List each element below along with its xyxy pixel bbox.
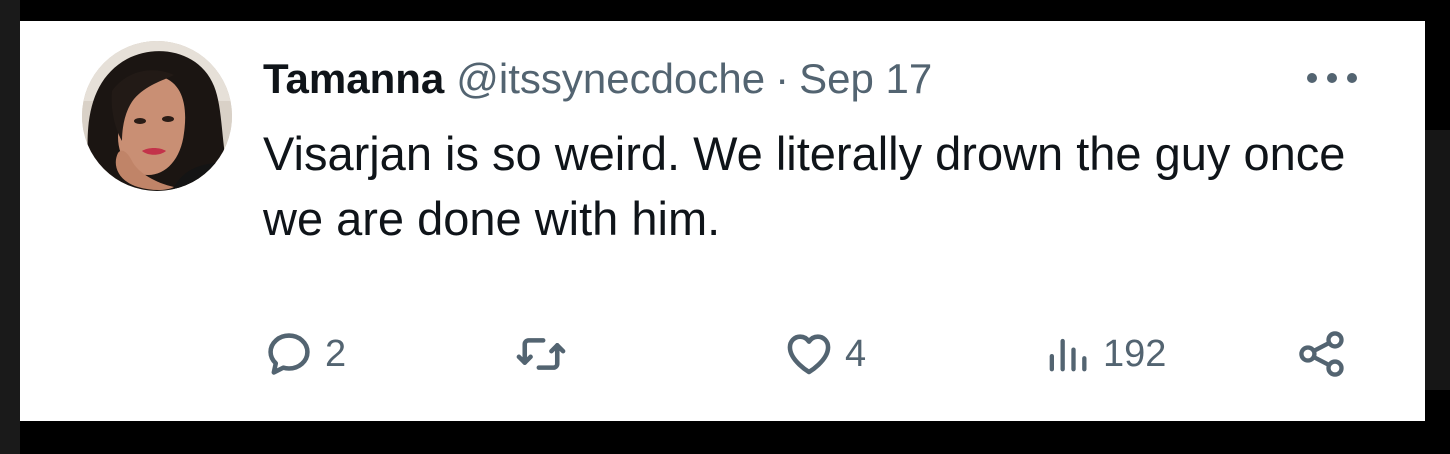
author-handle[interactable]: @itssynecdoche	[456, 58, 765, 100]
views-button[interactable]: 192	[1041, 328, 1166, 380]
share-icon	[1299, 331, 1344, 377]
heart-icon	[787, 334, 831, 375]
tweet-date[interactable]: Sep 17	[799, 58, 932, 100]
author-display-name[interactable]: Tamanna	[263, 58, 444, 100]
reply-button[interactable]: 2	[263, 328, 346, 380]
tweet-card: Tamanna @itssynecdoche · Sep 17 Visarjan…	[20, 21, 1425, 421]
like-count: 4	[845, 333, 867, 375]
views-icon	[1049, 338, 1087, 372]
header-separator: ·	[775, 55, 790, 102]
like-button[interactable]: 4	[783, 328, 866, 380]
avatar[interactable]	[82, 41, 232, 191]
tweet-header: Tamanna @itssynecdoche · Sep 17	[263, 51, 932, 107]
profile-photo-icon	[82, 41, 232, 191]
more-options-button[interactable]	[1302, 61, 1362, 95]
tweet-actions-bar: 2 4 192	[263, 328, 1383, 380]
more-horizontal-icon	[1307, 73, 1357, 83]
retweet-icon	[516, 338, 566, 370]
reply-count: 2	[325, 333, 347, 375]
tweet-text: Visarjan is so weird. We literally drown…	[263, 127, 1346, 245]
retweet-button[interactable]	[515, 328, 577, 380]
reply-icon	[268, 333, 310, 375]
views-count: 192	[1103, 333, 1167, 375]
background-edge-left	[0, 0, 20, 454]
share-button[interactable]	[1296, 328, 1348, 380]
background-edge-right	[1425, 130, 1450, 390]
